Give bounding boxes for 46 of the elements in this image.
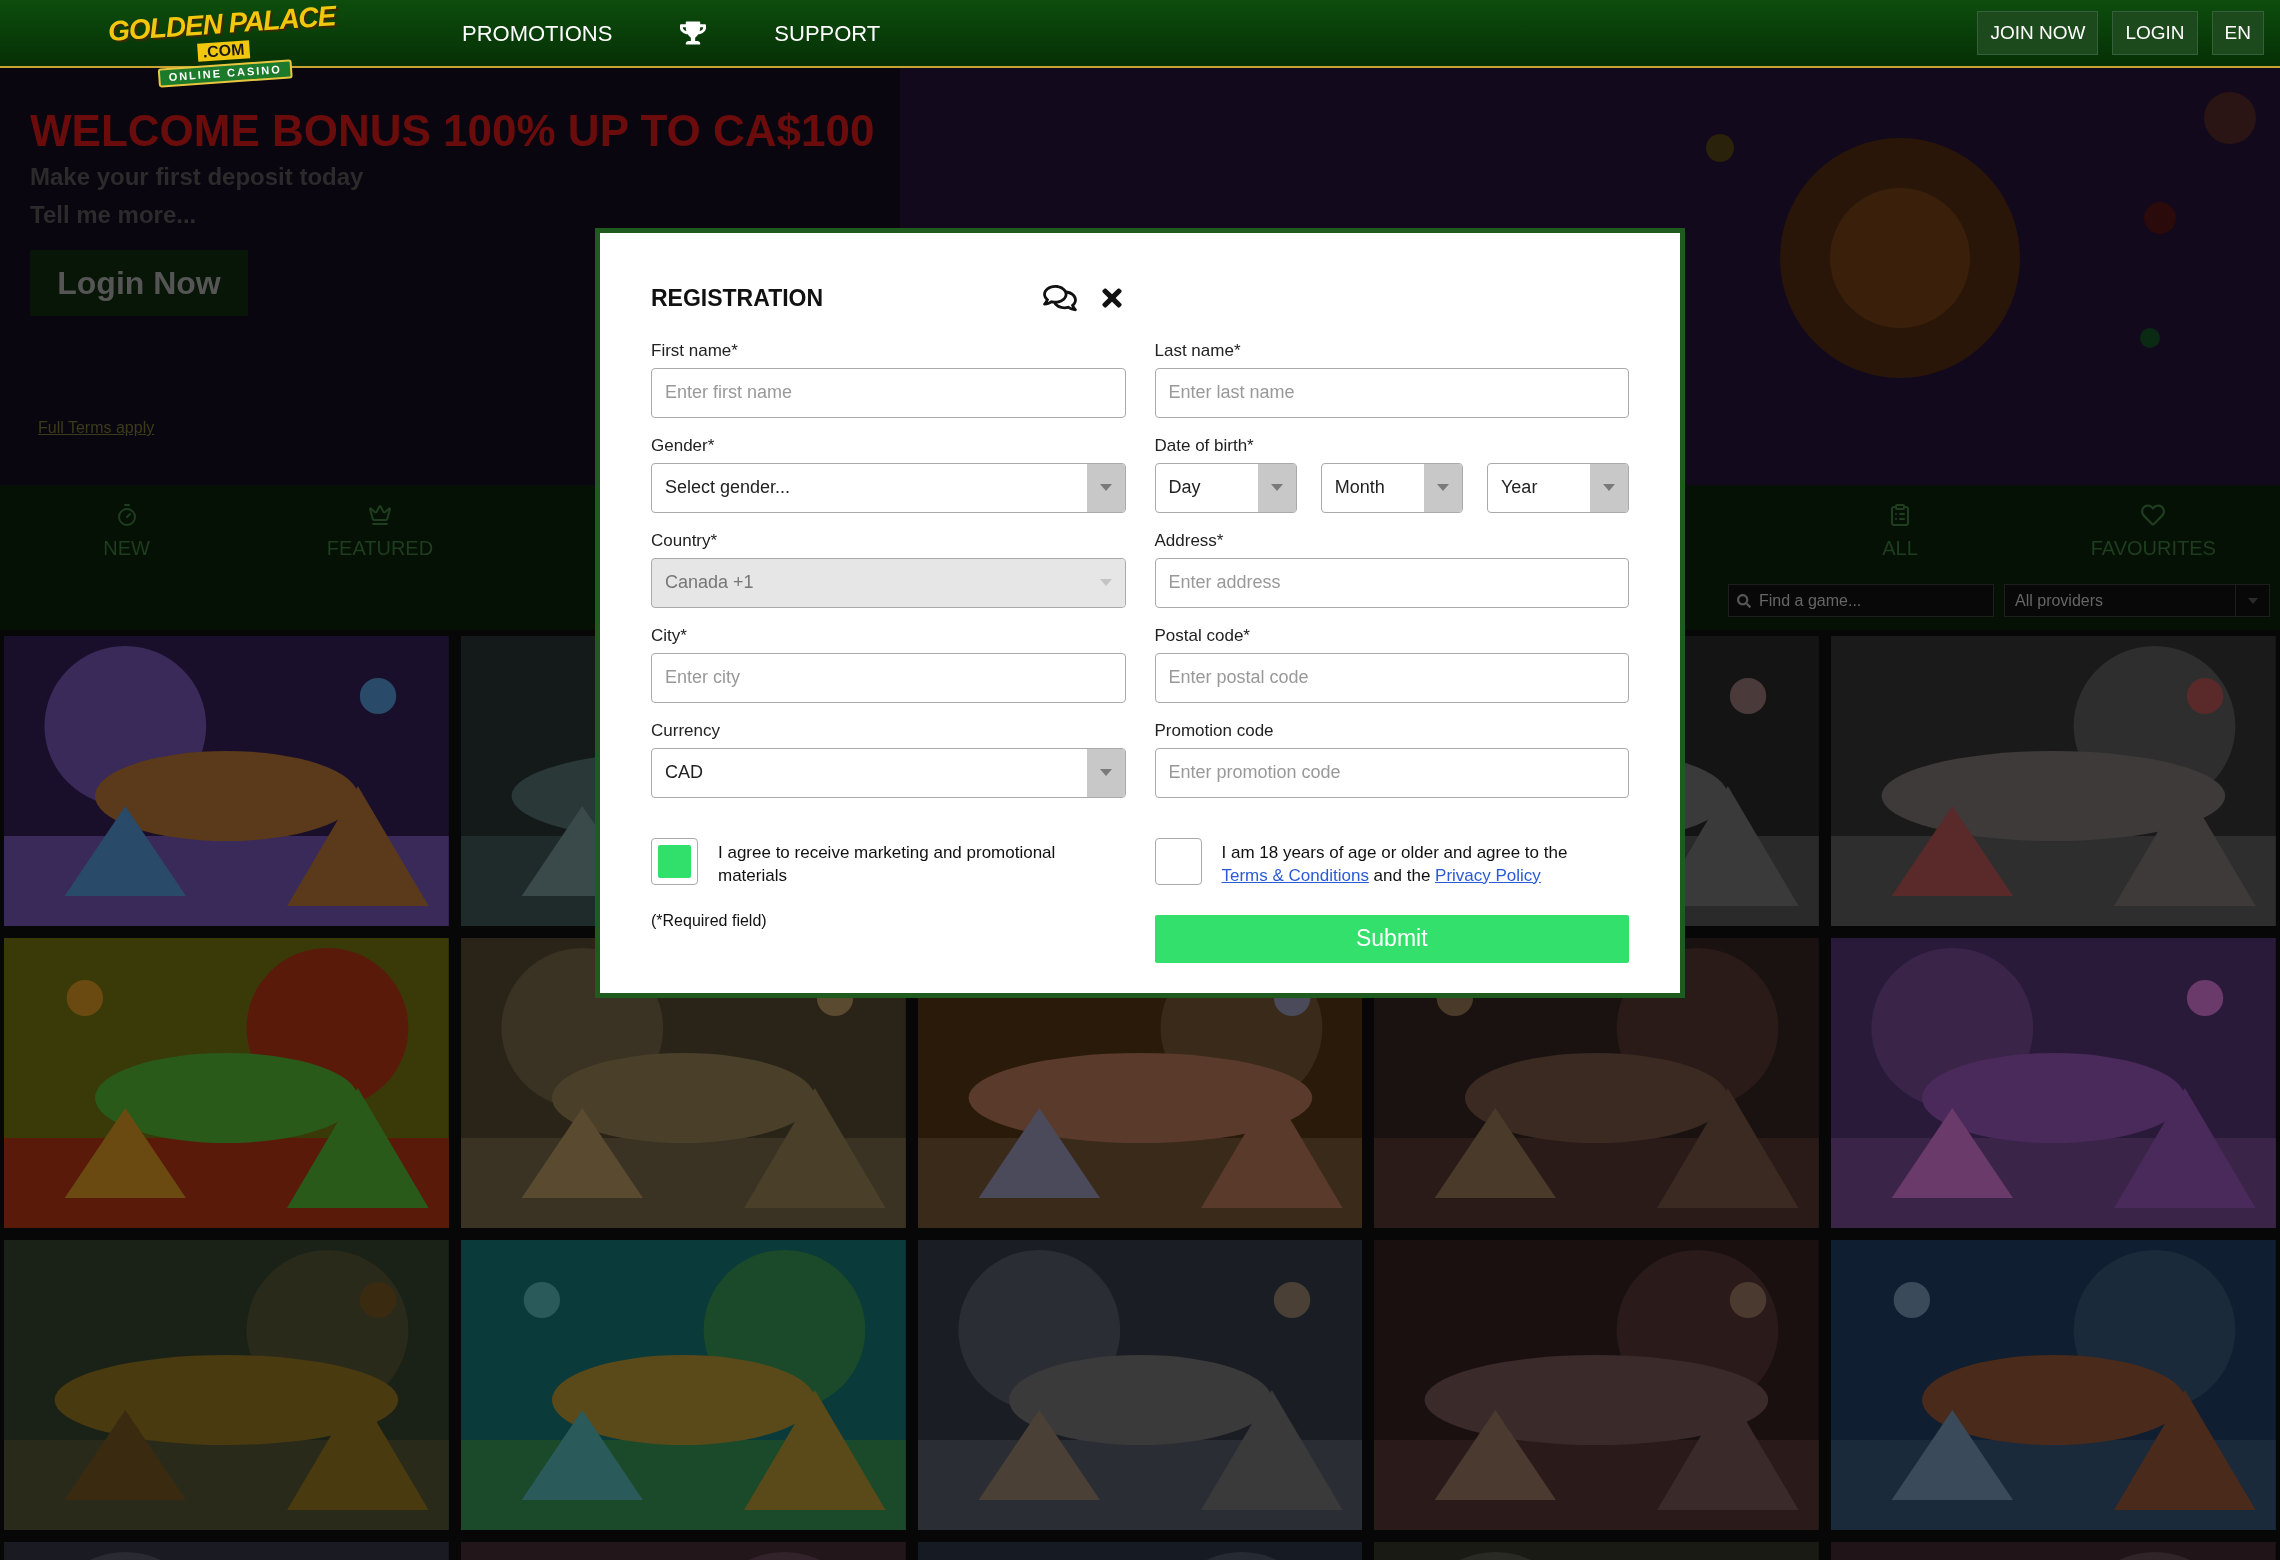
field-label: Address*: [1154, 529, 1225, 552]
field-label: Promotion code: [1154, 719, 1275, 742]
field-label: Postal code*: [1154, 624, 1251, 647]
crown-icon: [368, 502, 392, 527]
dropdown[interactable]: Year: [1487, 462, 1629, 513]
header-button[interactable]: EN: [2211, 11, 2264, 55]
policy-link[interactable]: Privacy Policy: [1435, 865, 1541, 885]
trophy-icon[interactable]: [680, 21, 707, 45]
text-field[interactable]: Enter promotion code: [1154, 747, 1629, 798]
text-field[interactable]: Enter first name: [651, 367, 1126, 418]
header-button[interactable]: JOIN NOW: [1977, 11, 2099, 55]
policy-link[interactable]: Terms & Conditions: [1221, 865, 1369, 885]
field-label: First name*: [651, 339, 739, 362]
consent-text: I agree to receive marketing and promotional materials: [718, 841, 1057, 887]
text-field[interactable]: Enter last name: [1154, 367, 1629, 418]
clipboard-icon: [1888, 502, 1912, 527]
text-field[interactable]: Enter city: [651, 652, 1126, 703]
dropdown[interactable]: Day: [1154, 462, 1297, 513]
text-field[interactable]: Enter postal code: [1154, 652, 1629, 703]
field-label: Date of birth*: [1154, 434, 1255, 457]
field-label: City*: [651, 624, 688, 647]
heart-icon: [2141, 502, 2166, 527]
dropdown[interactable]: Month: [1320, 462, 1463, 513]
required-note: (*Required field): [651, 910, 768, 931]
consent-text: I am 18 years of age or older and agree to the Terms & Conditions and the Privacy Policy: [1221, 841, 1569, 887]
text-field[interactable]: Enter address: [1154, 557, 1629, 608]
field-label: Last name*: [1154, 339, 1242, 362]
hero-title: WELCOME BONUS 100% UP TO CA$100: [30, 106, 876, 156]
checkbox[interactable]: [1154, 837, 1202, 885]
nav-link[interactable]: PROMOTIONS: [462, 16, 613, 50]
field-label: Currency: [651, 719, 721, 742]
search-icon: [1737, 594, 1751, 608]
search-field[interactable]: Find a game...: [1728, 584, 1994, 617]
dropdown[interactable]: Select gender...: [651, 462, 1126, 513]
checkbox[interactable]: [651, 837, 698, 885]
chat-icon[interactable]: [1043, 283, 1077, 314]
dropdown[interactable]: CAD: [651, 747, 1126, 798]
field-label: Gender*: [651, 434, 716, 457]
header-button[interactable]: LOGIN: [2112, 11, 2198, 55]
nav-link[interactable]: SUPPORT: [774, 16, 881, 50]
field-label: Country*: [651, 529, 719, 552]
dialog-title: REGISTRATION: [651, 284, 824, 313]
caret-icon: [1099, 579, 1112, 586]
caret-icon: [2247, 597, 2258, 604]
provider-dropdown[interactable]: All providers: [2004, 584, 2270, 617]
caret-icon: [1099, 769, 1112, 776]
